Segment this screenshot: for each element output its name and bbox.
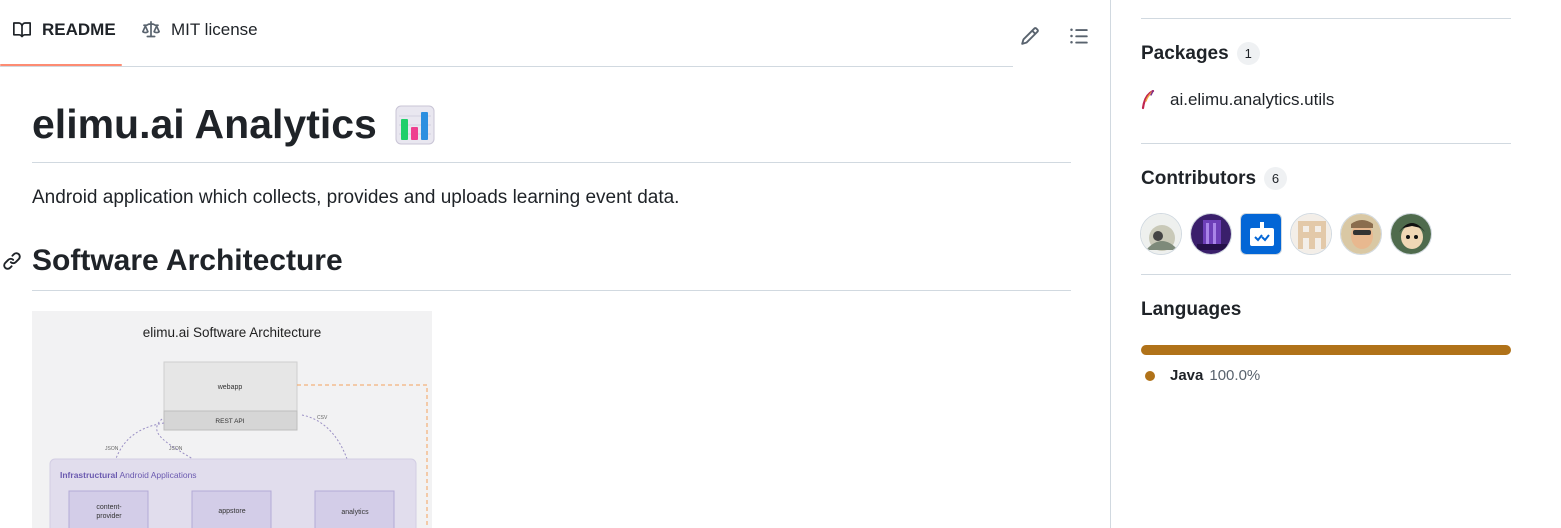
title-divider: [32, 162, 1071, 163]
language-name: Java: [1170, 367, 1204, 384]
diagram-json-left: JSON: [105, 446, 119, 452]
diagram-app3-label: analytics: [341, 509, 369, 516]
link-anchor-icon[interactable]: [2, 251, 22, 271]
diagram-app2-label: appstore: [218, 508, 245, 515]
diagram-csv-label: CSV: [317, 415, 328, 421]
sidebar-divider: [1141, 274, 1511, 275]
section-divider: [32, 290, 1071, 291]
avatar[interactable]: [1240, 213, 1282, 255]
packages-heading[interactable]: Packages 1: [1141, 42, 1260, 65]
avatar[interactable]: [1140, 213, 1182, 255]
tab-readme[interactable]: README: [11, 18, 116, 42]
packages-count-badge: 1: [1236, 42, 1260, 65]
tab-bar-divider: [0, 66, 1013, 67]
architecture-diagram[interactable]: elimu.ai Software Architecture webapp RE…: [32, 311, 432, 528]
avatar[interactable]: [1340, 213, 1382, 255]
language-item-java[interactable]: Java 100.0%: [1145, 367, 1260, 384]
contributors-heading-text: Contributors: [1141, 167, 1257, 189]
sidebar-divider: [1141, 143, 1511, 144]
edit-readme-button[interactable]: [1017, 25, 1043, 51]
feather-icon: [1141, 89, 1159, 110]
tab-license[interactable]: MIT license: [140, 18, 258, 42]
package-item[interactable]: ai.elimu.analytics.utils: [1141, 89, 1335, 110]
sidebar-divider-top: [1141, 18, 1511, 19]
contributors-heading[interactable]: Contributors 6: [1141, 167, 1288, 190]
law-scale-icon: [140, 19, 162, 41]
language-color-dot: [1145, 370, 1155, 381]
avatar[interactable]: [1390, 213, 1432, 255]
contributors-count-badge: 6: [1264, 167, 1288, 190]
readme-description: Android application which collects, prov…: [32, 187, 680, 208]
diagram-app1-line1: content-: [96, 504, 122, 511]
pencil-icon: [1020, 26, 1040, 51]
readme-title: elimu.ai Analytics: [32, 101, 435, 148]
language-progress-bar: [1141, 345, 1511, 355]
diagram-app1-line2: provider: [96, 513, 122, 520]
outline-button[interactable]: [1066, 25, 1092, 51]
avatar[interactable]: [1190, 213, 1232, 255]
diagram-rest-api-label: REST API: [215, 418, 244, 425]
diagram-title: elimu.ai Software Architecture: [143, 325, 322, 340]
readme-tab-bar: README MIT license: [0, 0, 1110, 67]
bar-chart-icon: [395, 105, 435, 145]
language-percent: 100.0%: [1209, 367, 1261, 384]
package-name: ai.elimu.analytics.utils: [1170, 90, 1335, 109]
languages-heading-text: Languages: [1141, 299, 1242, 320]
diagram-group-label: Infrastructural Android Applications: [60, 470, 197, 480]
languages-heading: Languages: [1141, 299, 1241, 321]
avatar[interactable]: [1290, 213, 1332, 255]
contributors-avatar-list: [1140, 213, 1440, 255]
section-heading: Software Architecture: [32, 244, 343, 277]
tab-readme-label: README: [42, 20, 116, 39]
list-unordered-icon: [1069, 26, 1089, 51]
book-icon: [11, 19, 33, 41]
readme-title-text: elimu.ai Analytics: [32, 101, 377, 147]
diagram-webapp-label: webapp: [217, 384, 243, 391]
packages-heading-text: Packages: [1141, 42, 1229, 64]
tab-license-label: MIT license: [171, 20, 258, 39]
